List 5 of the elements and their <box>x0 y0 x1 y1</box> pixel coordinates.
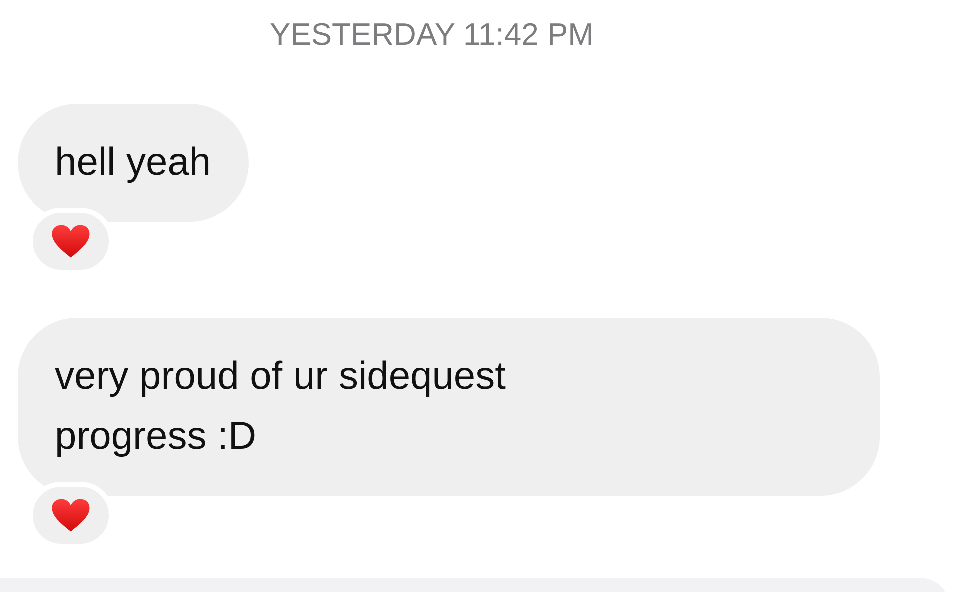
heart-icon <box>51 224 91 259</box>
message-bubble: very proud of ur sidequest progress :D <box>18 318 880 496</box>
message-bubble: hell yeah <box>18 104 250 222</box>
timestamp: YESTERDAY 11:42 PM <box>270 17 594 52</box>
heart-icon <box>51 498 91 533</box>
